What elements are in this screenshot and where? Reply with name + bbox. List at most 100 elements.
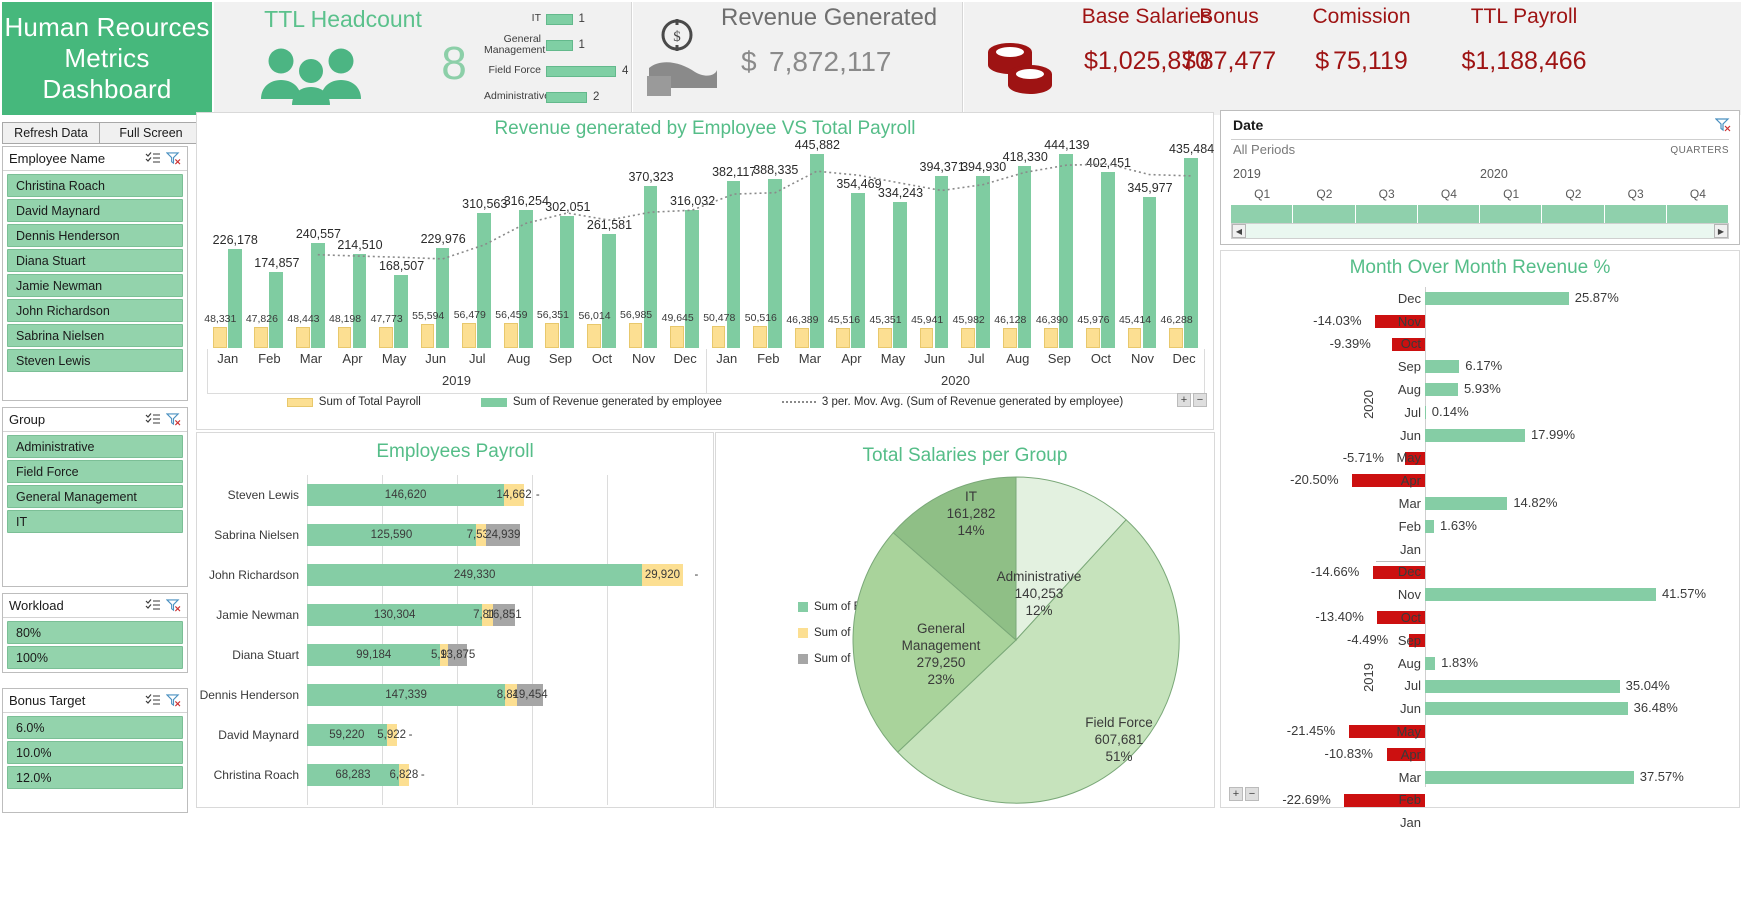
employee-payroll-track: 130,304 7,818 16,851 <box>307 604 713 626</box>
payroll-kpi-3: TTL Payroll $1,188,466 <box>1424 2 1624 76</box>
scroll-right-arrow[interactable]: ▶ <box>1714 224 1728 238</box>
refresh-data-button[interactable]: Refresh Data <box>2 122 100 144</box>
headcount-total: 8 <box>441 37 467 89</box>
payroll-kpi-label: Bonus <box>1199 5 1259 28</box>
expand-field-button[interactable]: + <box>1177 393 1191 407</box>
mom-year-label: 2020 <box>1361 389 1376 419</box>
full-screen-button[interactable]: Full Screen <box>99 122 203 144</box>
timeline-quarter-label[interactable]: Q1 <box>1231 187 1293 203</box>
revenue-bar <box>394 274 408 348</box>
clear-filter-icon[interactable] <box>1714 118 1731 137</box>
slicer-workload[interactable]: Workload 80% 100% <box>2 593 188 673</box>
timeline-quarter-label[interactable]: Q4 <box>1418 187 1480 203</box>
headcount-group-value: 4 <box>622 65 629 77</box>
mom-month-label: Jul <box>1404 678 1421 694</box>
mom-track: 37.57% <box>1425 766 1739 789</box>
payroll-kpi-label: Comission <box>1312 5 1411 28</box>
slicer-item[interactable]: Jamie Newman <box>7 274 183 297</box>
date-timeline-slicer[interactable]: Date All Periods QUARTERS 2019 2020 Q1 Q2 Q… <box>1220 110 1740 245</box>
mom-row: Mar 14.82% <box>1221 492 1739 515</box>
slicer-item[interactable]: IT <box>7 510 183 533</box>
headcount-group-bar <box>546 13 573 25</box>
payroll-kpi-value: $75,119 <box>1315 47 1408 75</box>
timeline-granularity[interactable]: QUARTERS <box>1670 145 1729 156</box>
timeline-quarter-label[interactable]: Q2 <box>1293 187 1355 203</box>
axis-month-label: Oct <box>1090 351 1112 366</box>
slicer-group[interactable]: Group Administrative Field Force General M… <box>2 407 188 587</box>
clear-filter-icon[interactable] <box>163 151 183 167</box>
mom-expand-controls[interactable]: + − <box>1229 787 1259 801</box>
slicer-item[interactable]: General Management <box>7 485 183 508</box>
revenue-bar <box>269 271 284 348</box>
multi-select-icon[interactable] <box>143 151 163 167</box>
base-salary-segment: 147,339 <box>307 684 506 706</box>
mom-row: Apr -10.83% <box>1221 743 1739 766</box>
mom-track: 5.93% <box>1425 378 1739 401</box>
employee-name-label: Diana Stuart <box>232 648 299 662</box>
slicer-item[interactable]: 10.0% <box>7 741 183 764</box>
base-salary-segment: 249,330 <box>307 564 643 586</box>
slicer-item[interactable]: Field Force <box>7 460 183 483</box>
employee-name-label: Christina Roach <box>213 768 299 782</box>
timeline-quarter-label[interactable]: Q3 <box>1605 187 1667 203</box>
mom-month-label: Feb <box>1398 518 1421 534</box>
revenue-bar <box>227 249 242 348</box>
scroll-left-arrow[interactable]: ◀ <box>1232 224 1246 238</box>
slicer-item[interactable]: Diana Stuart <box>7 249 183 272</box>
mom-collapse-button[interactable]: − <box>1245 787 1259 801</box>
headcount-group-label: Administrative <box>484 90 550 103</box>
mom-track: 14.82% <box>1425 492 1739 515</box>
mom-positive-bar <box>1425 405 1426 419</box>
slicer-item[interactable]: 12.0% <box>7 766 183 789</box>
mom-positive-bar <box>1425 702 1628 716</box>
headcount-group-bar <box>546 65 616 77</box>
timeline-scrollbar[interactable]: ◀ ▶ <box>1231 223 1729 239</box>
slicer-header: Group <box>3 408 187 432</box>
clear-filter-icon[interactable] <box>163 412 183 428</box>
slicer-item[interactable]: 100% <box>7 646 183 669</box>
revenue-currency: $ <box>741 46 757 77</box>
slicer-item[interactable]: Administrative <box>7 435 183 458</box>
headcount-group-value: 1 <box>578 39 585 51</box>
chart-month-over-month-revenue: Month Over Month Revenue % Dec 25.87% No… <box>1220 250 1740 830</box>
payroll-bar <box>587 323 601 348</box>
mom-month-label: Oct <box>1400 610 1421 626</box>
mom-value-label: -14.03% <box>1313 312 1362 328</box>
mom-track: -22.69% <box>1282 789 1739 812</box>
bar-column: 46,288 435,484 <box>1161 142 1214 348</box>
clear-filter-icon[interactable] <box>163 598 183 614</box>
slicer-item[interactable]: Dennis Henderson <box>7 224 183 247</box>
collapse-field-button[interactable]: − <box>1193 393 1207 407</box>
slicer-bonus target[interactable]: Bonus Target 6.0% 10.0% 12.0% <box>2 688 188 813</box>
timeline-quarter-label[interactable]: Q2 <box>1542 187 1604 203</box>
multi-select-icon[interactable] <box>143 412 163 428</box>
timeline-quarter-label[interactable]: Q1 <box>1480 187 1542 203</box>
timeline-quarter-label[interactable]: Q4 <box>1667 187 1729 203</box>
slicer-item[interactable]: 80% <box>7 621 183 644</box>
slicer-item[interactable]: Christina Roach <box>7 174 183 197</box>
payroll-value-label: 45,976 <box>1077 313 1110 326</box>
multi-select-icon[interactable] <box>143 693 163 709</box>
slicer-item[interactable]: David Maynard <box>7 199 183 222</box>
chart-total-salaries-per-group: Total Salaries per Group Sum of Base sal… <box>715 432 1215 808</box>
revenue-bar <box>601 233 616 348</box>
timeline-quarter-label[interactable]: Q3 <box>1356 187 1418 203</box>
slicer-employee name[interactable]: Employee Name Christina Roach David Mayna… <box>2 146 188 401</box>
multi-select-icon[interactable] <box>143 598 163 614</box>
slicer-item[interactable]: John Richardson <box>7 299 183 322</box>
base-salary-segment: 125,590 <box>307 524 476 546</box>
mom-expand-button[interactable]: + <box>1229 787 1243 801</box>
payroll-kpi-1: Bonus $87,477 <box>1164 2 1294 76</box>
chart-expand-controls[interactable]: + − <box>1177 393 1207 407</box>
slicer-item[interactable]: 6.0% <box>7 716 183 739</box>
axis-month-label: Jul <box>468 351 486 366</box>
slicer-item[interactable]: Sabrina Nielsen <box>7 324 183 347</box>
mom-year-separator <box>1376 560 1426 562</box>
revenue-bar <box>435 247 450 348</box>
employee-payroll-row: David Maynard 59,220 5,922- <box>197 715 713 755</box>
chart-legend: Sum of Total Payroll Sum of Revenue gene… <box>197 396 1213 408</box>
slicer-item[interactable]: Steven Lewis <box>7 349 183 372</box>
clear-filter-icon[interactable] <box>163 693 183 709</box>
employee-payroll-row: Christina Roach 68,283 6,828- <box>197 755 713 795</box>
commission-empty-label: - <box>535 489 540 501</box>
